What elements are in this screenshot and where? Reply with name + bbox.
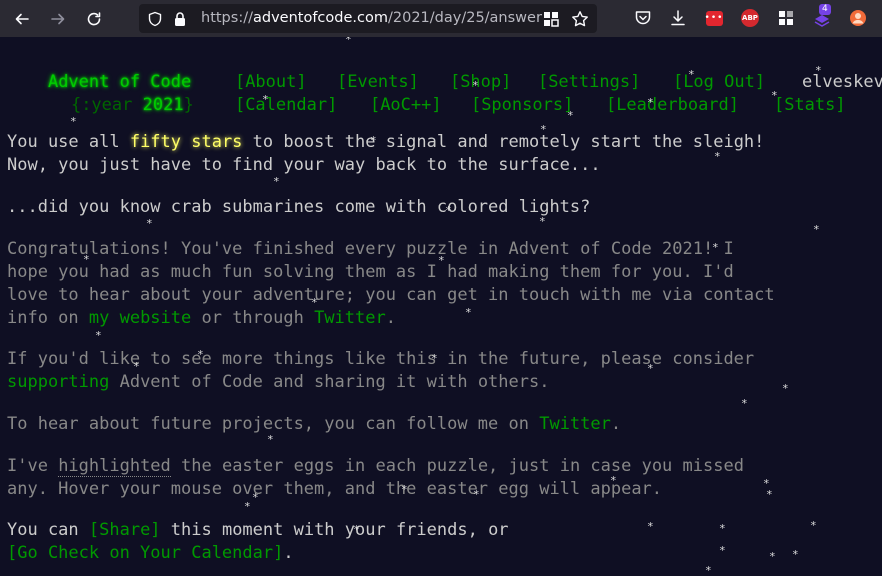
adblock-plus-icon: ABP <box>741 9 759 27</box>
snowflake: * <box>244 500 251 513</box>
year-label: {:year 2021} <box>70 95 194 115</box>
snowflake: * <box>705 564 712 576</box>
extensions-button[interactable] <box>776 8 796 28</box>
shield-icon[interactable] <box>147 11 163 27</box>
snowflake: * <box>763 477 770 490</box>
follow-twitter-link[interactable]: Twitter <box>539 414 611 434</box>
snowflake: * <box>146 217 153 230</box>
pocket-button[interactable] <box>633 8 653 28</box>
year-link[interactable]: 2021 <box>143 95 184 115</box>
supporting-link[interactable]: supporting <box>7 372 109 392</box>
download-icon <box>671 10 685 26</box>
paragraph-5: To hear about future projects, you can f… <box>7 414 622 434</box>
my-website-link[interactable]: my website <box>89 308 191 328</box>
puzzle-piece-icon <box>779 11 793 25</box>
paragraph-3-line-2: hope you had as much fun solving them as… <box>7 262 734 282</box>
extension-red-button[interactable]: ••• <box>704 8 724 28</box>
snowflake: * <box>792 548 799 561</box>
snowflake: * <box>766 488 773 501</box>
reader-view-icon[interactable] <box>543 11 559 27</box>
url-host: adventofcode.com <box>252 10 388 26</box>
twitter-link[interactable]: Twitter <box>314 308 386 328</box>
extension-badge: 4 <box>819 4 831 15</box>
red-dots-extension-icon: ••• <box>705 10 723 26</box>
nav-calendar[interactable]: [Calendar] <box>235 95 337 115</box>
paragraph-1-line-1: You use all fifty stars to boost the sig… <box>7 132 765 152</box>
paragraph-4-line-2: supporting Advent of Code and sharing it… <box>7 372 550 392</box>
arrow-right-icon <box>51 13 65 24</box>
pocket-icon <box>635 11 651 25</box>
paragraph-7-line-1: You can [Share] this moment with your fr… <box>7 520 509 540</box>
url-prefix: https:// <box>201 10 253 26</box>
paragraph-6-line-1: I've highlighted the easter eggs in each… <box>7 456 744 477</box>
highlighted-easter-egg[interactable]: highlighted <box>58 456 171 477</box>
snowflake: * <box>741 397 748 410</box>
bookmark-star-icon[interactable] <box>571 10 589 28</box>
snowflake: * <box>719 544 726 557</box>
paragraph-7-line-2: [Go Check on Your Calendar]. <box>7 543 294 563</box>
page-content: Advent of Code [About] [Events] [Shop] [… <box>0 37 882 576</box>
adblock-button[interactable]: ABP <box>740 8 760 28</box>
snowflake: * <box>782 382 789 395</box>
url-bar[interactable]: https://adventofcode.com/2021/day/25/ans… <box>139 4 597 33</box>
check-calendar-link[interactable]: [Go Check on Your Calendar] <box>7 543 283 563</box>
browser-toolbar: https://adventofcode.com/2021/day/25/ans… <box>0 0 882 37</box>
nav-sponsors[interactable]: [Sponsors] <box>471 95 573 115</box>
share-link[interactable]: [Share] <box>89 520 161 540</box>
downloads-button[interactable] <box>668 8 688 28</box>
snowflake: * <box>813 223 820 236</box>
nav-stats[interactable]: [Stats] <box>774 95 846 115</box>
snowflake: * <box>465 306 472 319</box>
snowflake: * <box>345 37 352 46</box>
snowflake: * <box>769 550 776 563</box>
paragraph-3-line-1: Congratulations! You've finished every p… <box>7 239 734 259</box>
reload-icon <box>87 11 101 25</box>
nav-leaderboard[interactable]: [Leaderboard] <box>606 95 739 115</box>
paragraph-1-line-2: Now, you just have to find your way back… <box>7 155 601 175</box>
snowflake: * <box>719 522 726 535</box>
snowflake: * <box>647 520 654 533</box>
lock-icon[interactable] <box>173 11 187 27</box>
paragraph-3-line-4: info on my website or through Twitter. <box>7 308 396 328</box>
snowflake: * <box>273 175 280 188</box>
fifty-stars-text: fifty stars <box>129 132 243 152</box>
profile-button[interactable] <box>848 8 868 28</box>
arrow-left-icon <box>15 13 29 24</box>
snowflake: * <box>95 329 102 342</box>
url-text[interactable]: https://adventofcode.com/2021/day/25/ans… <box>201 10 542 26</box>
reload-button[interactable] <box>76 0 112 37</box>
paragraph-6-line-2: any. Hover your mouse over them, and the… <box>7 479 663 499</box>
paragraph-2: ...did you know crab submarines come wit… <box>7 197 591 217</box>
paragraph-4-line-1: If you'd like to see more things like th… <box>7 349 755 369</box>
snowflake: * <box>810 519 817 532</box>
back-button[interactable] <box>4 0 40 37</box>
avatar-icon <box>850 10 866 26</box>
paragraph-3-line-3: love to hear about your adventure; you c… <box>7 285 775 305</box>
url-path: /2021/day/25/answer <box>387 10 542 26</box>
forward-button[interactable] <box>40 0 76 37</box>
